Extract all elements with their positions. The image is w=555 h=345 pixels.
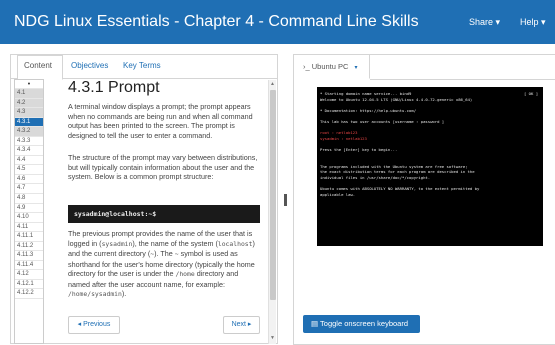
terminal-line: root : netlab123 — [320, 130, 358, 136]
page-title: NDG Linux Essentials - Chapter 4 - Comma… — [14, 13, 419, 30]
content-tabs: Content Objectives Key Terms — [11, 55, 277, 80]
toc-item[interactable]: 4.12.1 — [15, 280, 43, 290]
toc-item[interactable]: 4.8 — [15, 194, 43, 204]
help-button[interactable]: Help ▾ — [520, 17, 546, 28]
toc-item[interactable]: 4.10 — [15, 213, 43, 223]
terminal-line: The programs included with the Ubuntu sy… — [320, 163, 468, 169]
toc-item[interactable]: 4.7 — [15, 184, 43, 195]
toc-item[interactable]: 4.2 — [15, 98, 43, 109]
toc-item[interactable]: 4.11.1 — [15, 232, 43, 242]
lesson-heading: 4.3.1 Prompt — [68, 79, 160, 96]
content-pane: Content Objectives Key Terms — [10, 54, 278, 344]
next-button[interactable]: Next ▸ — [223, 316, 260, 334]
terminal-line: * Documentation: https://help.ubuntu.com… — [320, 107, 417, 113]
toc-top-marker[interactable]: • — [15, 80, 43, 89]
toc-item[interactable]: 4.4 — [15, 156, 43, 166]
terminal-line: the exact distribution terms for each pr… — [320, 169, 475, 175]
toc-item[interactable]: 4.3.1 — [15, 117, 43, 128]
toc-item[interactable]: 4.12 — [15, 270, 43, 280]
terminal-line: This lab has two user accounts [username… — [320, 119, 445, 124]
terminal-tab-ubuntu-pc[interactable]: ›_ Ubuntu PC ▾ — [294, 55, 370, 79]
text-run: ), the name of the system ( — [132, 238, 218, 248]
toc-item[interactable]: 4.11.4 — [15, 261, 43, 271]
lesson-paragraph: The previous prompt provides the name of… — [68, 229, 262, 300]
terminal-line: individual files in /usr/share/doc/*/cop… — [320, 175, 431, 180]
terminal-screen[interactable]: [ OK ] * Starting domain name service...… — [317, 87, 543, 246]
toc-item[interactable]: 4.3 — [15, 108, 43, 118]
toc-item[interactable]: 4.6 — [15, 175, 43, 185]
section-navigator: • 4.1 4.2 4.3 4.3.1 4.3.2 4.3.3 4.3.4 4.4 4.5 4.6… — [14, 79, 44, 344]
scroll-down-arrow-icon[interactable]: ▼ — [270, 335, 275, 341]
lesson-content: 4.3.1 Prompt A terminal window displays … — [68, 79, 262, 298]
tab-content[interactable]: Content — [24, 61, 52, 70]
terminal-status-ok: [ OK ] — [524, 91, 539, 96]
toc-item[interactable]: 4.11.2 — [15, 242, 43, 252]
toc-item[interactable]: 4.5 — [15, 165, 43, 175]
lesson-paragraph: A terminal window displays a prompt; the… — [68, 102, 253, 140]
toc-item[interactable]: 4.3.4 — [15, 146, 43, 156]
app-header: NDG Linux Essentials - Chapter 4 - Comma… — [0, 0, 555, 44]
toc-item[interactable]: 4.3.3 — [15, 137, 43, 147]
toc-item[interactable]: 4.9 — [15, 204, 43, 214]
toc-item[interactable]: 4.11.3 — [15, 251, 43, 261]
toc-list: 4.1 4.2 4.3 4.3.1 4.3.2 4.3.3 4.3.4 4.4 4.5 4.6 4.… — [15, 89, 43, 300]
prompt-example: sysadmin@localhost:~$ — [74, 210, 157, 218]
inline-code: /home/sysadmin — [68, 290, 122, 298]
scroll-thumb[interactable] — [270, 90, 276, 300]
terminal-tab-label: ›_ Ubuntu PC — [303, 62, 349, 71]
share-button[interactable]: Share ▾ — [469, 17, 500, 28]
terminal-line: * Starting domain name service... bind9 — [320, 91, 412, 96]
text-run: ). The — [154, 249, 175, 258]
toc-item[interactable]: 4.3.2 — [15, 127, 43, 137]
text-run: ). — [121, 289, 127, 298]
terminal-line: sysadmin : netlab123 — [320, 135, 367, 141]
toggle-onscreen-keyboard-button[interactable]: ▤ Toggle onscreen keyboard — [303, 315, 420, 333]
inline-code: /home — [175, 270, 195, 278]
terminal-line: applicable law. — [320, 191, 356, 197]
chevron-down-icon[interactable]: ▾ — [354, 65, 357, 71]
pane-splitter-handle[interactable] — [284, 194, 287, 206]
code-block: sysadmin@localhost:~$ — [68, 205, 260, 223]
previous-button[interactable]: ◂ Previous — [68, 316, 120, 334]
tab-objectives[interactable]: Objectives — [71, 61, 108, 70]
content-scrollbar[interactable]: ▲ ▼ — [268, 80, 276, 344]
toc-item[interactable]: 4.11 — [15, 223, 43, 233]
terminal-line: Welcome to Ubuntu 12.04.5 LTS (GNU/Linux… — [320, 96, 473, 102]
tab-key-terms[interactable]: Key Terms — [123, 61, 161, 70]
scroll-up-arrow-icon[interactable]: ▲ — [270, 81, 275, 87]
tab-divider — [370, 79, 555, 80]
terminal-line: Press the [Enter] key to begin... — [320, 147, 398, 152]
toc-item[interactable]: 4.1 — [15, 89, 43, 99]
inline-code: sysadmin — [101, 239, 133, 248]
inline-code: localhost — [217, 239, 253, 248]
toc-item[interactable]: 4.12.2 — [15, 289, 43, 300]
terminal-line: Ubuntu comes with ABSOLUTELY NO WARRANTY… — [320, 186, 480, 192]
lesson-paragraph: The structure of the prompt may vary bet… — [68, 153, 258, 181]
